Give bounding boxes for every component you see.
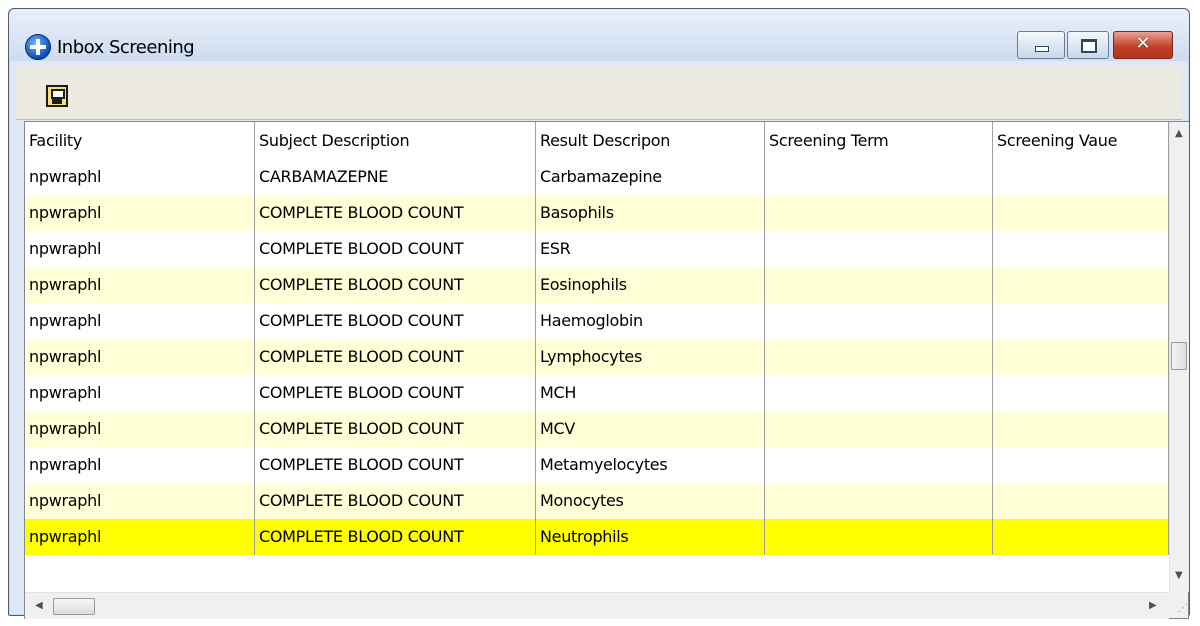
- app-plus-icon: [25, 34, 51, 60]
- subject-description-cell[interactable]: COMPLETE BLOOD COUNT: [255, 231, 536, 267]
- facility-cell[interactable]: npwraphl: [25, 303, 255, 339]
- scroll-right-icon[interactable]: ▶: [1149, 600, 1157, 611]
- result-description-cell[interactable]: ESR: [536, 231, 765, 267]
- subject-description-cell[interactable]: COMPLETE BLOOD COUNT: [255, 339, 536, 375]
- facility-cell[interactable]: npwraphl: [25, 447, 255, 483]
- screening-value-cell[interactable]: [993, 519, 1169, 555]
- scroll-left-icon[interactable]: ◀: [35, 600, 43, 611]
- inbox-screening-window: Inbox Screening ✕ Facility Subject Descr…: [8, 8, 1190, 619]
- screening-value-cell[interactable]: [993, 375, 1169, 411]
- column-header-screening-term[interactable]: Screening Term: [765, 122, 993, 159]
- horizontal-scroll-thumb[interactable]: [53, 598, 95, 615]
- facility-cell[interactable]: npwraphl: [25, 339, 255, 375]
- screening-value-cell[interactable]: [993, 231, 1169, 267]
- screening-term-cell[interactable]: [765, 375, 993, 411]
- facility-cell[interactable]: npwraphl: [25, 195, 255, 231]
- subject-description-cell[interactable]: COMPLETE BLOOD COUNT: [255, 447, 536, 483]
- screening-term-cell[interactable]: [765, 267, 993, 303]
- header-row: Facility Subject Description Result Desc…: [25, 122, 1169, 160]
- facility-cell[interactable]: npwraphl: [25, 375, 255, 411]
- result-description-cell[interactable]: Carbamazepine: [536, 159, 765, 195]
- screening-value-cell[interactable]: [993, 267, 1169, 303]
- table-row[interactable]: npwraphl COMPLETE BLOOD COUNT ESR: [25, 231, 1169, 267]
- screening-value-cell[interactable]: [993, 447, 1169, 483]
- screening-term-cell[interactable]: [765, 411, 993, 447]
- result-description-cell[interactable]: Eosinophils: [536, 267, 765, 303]
- subject-description-cell[interactable]: COMPLETE BLOOD COUNT: [255, 375, 536, 411]
- screening-value-cell[interactable]: [993, 159, 1169, 195]
- subject-description-cell[interactable]: CARBAMAZEPNE: [255, 159, 536, 195]
- vertical-scrollbar[interactable]: ▲ ▼: [1169, 122, 1189, 592]
- screening-term-cell[interactable]: [765, 159, 993, 195]
- minimize-button[interactable]: [1017, 31, 1065, 59]
- result-description-cell[interactable]: MCV: [536, 411, 765, 447]
- maximize-button[interactable]: [1067, 31, 1109, 59]
- column-header-result-description[interactable]: Result Descripon: [536, 122, 765, 159]
- facility-cell[interactable]: npwraphl: [25, 159, 255, 195]
- table-row[interactable]: npwraphl COMPLETE BLOOD COUNT Monocytes: [25, 483, 1169, 519]
- result-description-cell[interactable]: MCH: [536, 375, 765, 411]
- subject-description-cell[interactable]: COMPLETE BLOOD COUNT: [255, 483, 536, 519]
- facility-cell[interactable]: npwraphl: [25, 519, 255, 555]
- result-description-cell[interactable]: Lymphocytes: [536, 339, 765, 375]
- subject-description-cell[interactable]: COMPLETE BLOOD COUNT: [255, 303, 536, 339]
- screening-value-cell[interactable]: [993, 483, 1169, 519]
- screening-value-cell[interactable]: [993, 303, 1169, 339]
- close-button[interactable]: ✕: [1113, 31, 1173, 59]
- facility-cell[interactable]: npwraphl: [25, 231, 255, 267]
- result-description-cell[interactable]: Basophils: [536, 195, 765, 231]
- screening-term-cell[interactable]: [765, 339, 993, 375]
- grid-viewport: Facility Subject Description Result Desc…: [25, 122, 1169, 586]
- scroll-up-icon[interactable]: ▲: [1175, 128, 1183, 139]
- title-bar[interactable]: Inbox Screening ✕: [9, 9, 1189, 61]
- screening-term-cell[interactable]: [765, 303, 993, 339]
- window-title: Inbox Screening: [57, 37, 195, 58]
- scroll-down-icon[interactable]: ▼: [1175, 570, 1183, 581]
- subject-description-cell[interactable]: COMPLETE BLOOD COUNT: [255, 411, 536, 447]
- table-row[interactable]: npwraphl CARBAMAZEPNE Carbamazepine: [25, 159, 1169, 195]
- table-row[interactable]: npwraphl COMPLETE BLOOD COUNT MCV: [25, 411, 1169, 447]
- screening-value-cell[interactable]: [993, 411, 1169, 447]
- screening-value-cell[interactable]: [993, 339, 1169, 375]
- screening-term-cell[interactable]: [765, 195, 993, 231]
- close-icon: ✕: [1135, 33, 1151, 54]
- screening-value-cell[interactable]: [993, 195, 1169, 231]
- table-row[interactable]: npwraphl COMPLETE BLOOD COUNT Metamyelocyt…: [25, 447, 1169, 483]
- table-row[interactable]: npwraphl COMPLETE BLOOD COUNT Haemoglobin: [25, 303, 1169, 339]
- screening-term-cell[interactable]: [765, 519, 993, 555]
- subject-description-cell[interactable]: COMPLETE BLOOD COUNT: [255, 519, 536, 555]
- result-description-cell[interactable]: Metamyelocytes: [536, 447, 765, 483]
- table-row[interactable]: npwraphl COMPLETE BLOOD COUNT Neutrophils: [25, 519, 1169, 555]
- table-row[interactable]: npwraphl COMPLETE BLOOD COUNT Basophils: [25, 195, 1169, 231]
- table-row[interactable]: npwraphl COMPLETE BLOOD COUNT MCH: [25, 375, 1169, 411]
- subject-description-cell[interactable]: COMPLETE BLOOD COUNT: [255, 267, 536, 303]
- column-header-facility[interactable]: Facility: [25, 122, 255, 159]
- column-header-subject-description[interactable]: Subject Description: [255, 122, 536, 159]
- subject-description-cell[interactable]: COMPLETE BLOOD COUNT: [255, 195, 536, 231]
- column-header-screening-value[interactable]: Screening Vaue: [993, 122, 1169, 159]
- result-description-cell[interactable]: Haemoglobin: [536, 303, 765, 339]
- table-row[interactable]: npwraphl COMPLETE BLOOD COUNT Eosinophils: [25, 267, 1169, 303]
- resize-grip-icon[interactable]: ⋰: [1169, 592, 1188, 618]
- result-description-cell[interactable]: Neutrophils: [536, 519, 765, 555]
- toolbar: [16, 65, 1182, 120]
- screening-term-cell[interactable]: [765, 483, 993, 519]
- save-disk-icon[interactable]: [46, 85, 68, 107]
- maximize-icon: [1081, 39, 1097, 53]
- result-description-cell[interactable]: Monocytes: [536, 483, 765, 519]
- facility-cell[interactable]: npwraphl: [25, 411, 255, 447]
- screening-term-cell[interactable]: [765, 447, 993, 483]
- minimize-icon: [1035, 46, 1049, 52]
- table-row[interactable]: npwraphl COMPLETE BLOOD COUNT Lymphocytes: [25, 339, 1169, 375]
- vertical-scroll-thumb[interactable]: [1171, 342, 1187, 370]
- screening-grid: Facility Subject Description Result Desc…: [24, 121, 1189, 619]
- screening-term-cell[interactable]: [765, 231, 993, 267]
- facility-cell[interactable]: npwraphl: [25, 267, 255, 303]
- facility-cell[interactable]: npwraphl: [25, 483, 255, 519]
- horizontal-scrollbar[interactable]: ◀ ▶: [25, 592, 1169, 619]
